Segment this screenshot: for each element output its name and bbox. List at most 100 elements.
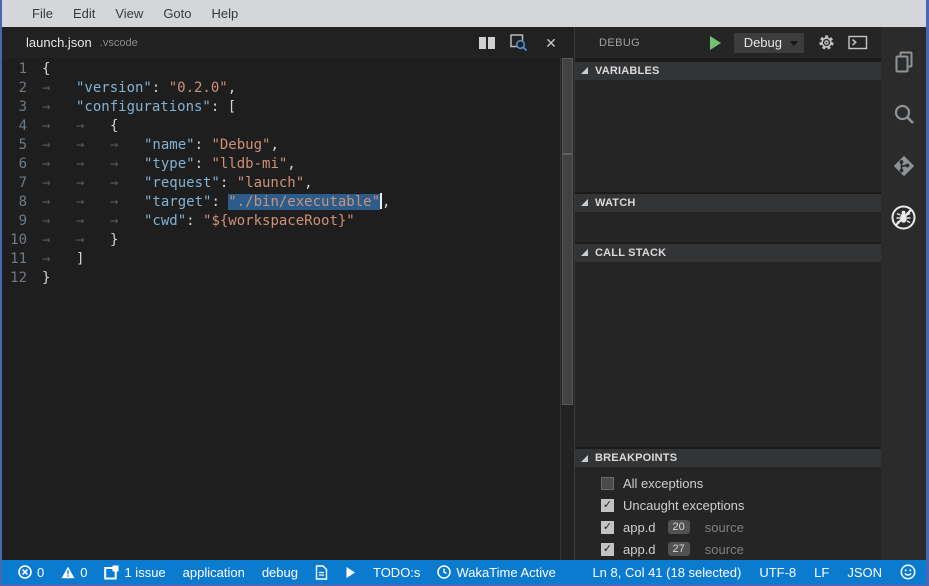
json-key: "request" xyxy=(144,175,220,191)
error-icon xyxy=(18,565,32,579)
breakpoint-item[interactable]: ✓app.d20source xyxy=(575,516,881,538)
json-string: "0.2.0" xyxy=(169,80,228,96)
tab-marker: → xyxy=(76,155,110,174)
editor-group: launch.json .vscode ✕ 1{2→"version": "0.… xyxy=(2,27,574,560)
statusbar-item-todo-s[interactable]: TODO:s xyxy=(373,565,420,580)
editor-title-bar: launch.json .vscode ✕ xyxy=(2,27,574,58)
menu-item-file[interactable]: File xyxy=(22,6,63,21)
status-bar: 0 0 1 issue application debug TODO:s WakaTime … xyxy=(2,560,926,584)
statusbar-item[interactable] xyxy=(900,564,916,580)
debug-console-icon[interactable] xyxy=(848,34,868,52)
code-line-content: →"version": "0.2.0", xyxy=(42,79,236,98)
tab-marker: → xyxy=(110,155,144,174)
statusbar-item-label: 0 xyxy=(37,565,44,580)
section-header-watch[interactable]: WATCH xyxy=(575,194,881,212)
activitybar-item-source-control[interactable] xyxy=(881,142,926,194)
breakpoint-item[interactable]: ✓ Uncaught exceptions xyxy=(575,494,881,516)
line-number[interactable]: 10 xyxy=(2,231,42,250)
statusbar-item-label: Ln 8, Col 41 (18 selected) xyxy=(592,565,741,580)
section-label: BREAKPOINTS xyxy=(595,452,677,464)
statusbar-item-label: JSON xyxy=(847,565,882,580)
menu-item-edit[interactable]: Edit xyxy=(63,6,105,21)
start-debugging-button[interactable] xyxy=(710,36,721,50)
line-number[interactable]: 2 xyxy=(2,79,42,98)
statusbar-item-1-issue[interactable]: 1 issue xyxy=(104,565,165,580)
line-number[interactable]: 3 xyxy=(2,98,42,117)
statusbar-item-utf-8[interactable]: UTF-8 xyxy=(759,565,796,580)
breakpoint-checkbox[interactable]: ✓ xyxy=(601,543,614,556)
line-number[interactable]: 4 xyxy=(2,117,42,136)
code-line: 9→→→"cwd": "${workspaceRoot}" xyxy=(2,212,574,231)
statusbar-item-label: debug xyxy=(262,565,298,580)
breakpoint-item[interactable]: ✓app.d27source xyxy=(575,538,881,560)
statusbar-item-debug[interactable]: debug xyxy=(262,565,298,580)
statusbar-item-wakatime-active[interactable]: WakaTime Active xyxy=(437,565,555,580)
breakpoint-note: source xyxy=(705,520,744,535)
statusbar-item-lf[interactable]: LF xyxy=(814,565,829,580)
punctuation: : xyxy=(220,175,237,191)
section-header-call-stack[interactable]: CALL STACK xyxy=(575,244,881,262)
json-key: "cwd" xyxy=(144,213,186,229)
debug-config-dropdown[interactable]: Debug xyxy=(734,33,804,53)
line-number[interactable]: 1 xyxy=(2,60,42,79)
breakpoint-checkbox[interactable]: ✓ xyxy=(601,499,614,512)
statusbar-item-label: UTF-8 xyxy=(759,565,796,580)
code-line: 2→"version": "0.2.0", xyxy=(2,79,574,98)
section-label: VARIABLES xyxy=(595,65,660,77)
chevron-down-icon xyxy=(790,41,798,46)
statusbar-item[interactable] xyxy=(345,566,356,579)
section-header-breakpoints[interactable]: BREAKPOINTS xyxy=(575,449,881,467)
json-key: "target" xyxy=(144,194,211,210)
statusbar-item-json[interactable]: JSON xyxy=(847,565,882,580)
menubar: FileEditViewGotoHelp xyxy=(2,0,926,27)
gear-icon[interactable] xyxy=(817,34,835,52)
section-header-variables[interactable]: VARIABLES xyxy=(575,62,881,80)
activitybar-item-explorer[interactable] xyxy=(881,38,926,90)
line-number[interactable]: 12 xyxy=(2,269,42,288)
collapse-twisty-icon xyxy=(581,455,588,462)
statusbar-item-0[interactable]: 0 xyxy=(18,565,44,580)
statusbar-item-application[interactable]: application xyxy=(183,565,245,580)
json-key: "name" xyxy=(144,137,195,153)
menu-item-help[interactable]: Help xyxy=(202,6,249,21)
tab-marker: → xyxy=(76,193,110,212)
punctuation: : xyxy=(186,213,203,229)
selected-text: "./bin/executable" xyxy=(228,194,380,210)
line-number[interactable]: 5 xyxy=(2,136,42,155)
breakpoint-label: app.d xyxy=(623,542,656,557)
statusbar-item-0[interactable]: 0 xyxy=(61,565,87,580)
debug-config-label: Debug xyxy=(744,35,782,50)
source-control-icon xyxy=(891,153,917,184)
code-editor[interactable]: 1{2→"version": "0.2.0",3→"configurations… xyxy=(2,58,574,560)
breakpoint-checkbox[interactable]: ✓ xyxy=(601,521,614,534)
statusbar-item-label: application xyxy=(183,565,245,580)
tab-marker: → xyxy=(76,136,110,155)
statusbar-right: Ln 8, Col 41 (18 selected) UTF-8 LF JSON xyxy=(592,564,916,580)
scrollbar-slider[interactable] xyxy=(562,58,573,405)
line-number[interactable]: 7 xyxy=(2,174,42,193)
menu-item-view[interactable]: View xyxy=(105,6,153,21)
menu-item-goto[interactable]: Goto xyxy=(153,6,201,21)
activitybar-item-debug[interactable] xyxy=(881,194,926,246)
line-number[interactable]: 11 xyxy=(2,250,42,269)
line-number[interactable]: 6 xyxy=(2,155,42,174)
line-number[interactable]: 9 xyxy=(2,212,42,231)
section-label: WATCH xyxy=(595,197,636,209)
tab-marker: → xyxy=(42,136,76,155)
open-preview-icon[interactable] xyxy=(510,34,528,52)
breakpoint-item[interactable]: All exceptions xyxy=(575,472,881,494)
json-string: "lldb-mi" xyxy=(211,156,287,172)
breakpoint-label: Uncaught exceptions xyxy=(623,498,744,513)
statusbar-item[interactable] xyxy=(315,565,328,580)
line-number[interactable]: 8 xyxy=(2,193,42,212)
breakpoint-checkbox[interactable] xyxy=(601,477,614,490)
split-editor-icon[interactable] xyxy=(478,34,496,52)
close-icon[interactable]: ✕ xyxy=(542,34,560,52)
code-line-content: →→→"name": "Debug", xyxy=(42,136,279,155)
code-line: 12} xyxy=(2,269,574,288)
code-line: 7→→→"request": "launch", xyxy=(2,174,574,193)
tab-marker: → xyxy=(42,193,76,212)
punctuation: : xyxy=(195,156,212,172)
statusbar-item-ln-8-col-41-18-selected[interactable]: Ln 8, Col 41 (18 selected) xyxy=(592,565,741,580)
activitybar-item-search[interactable] xyxy=(881,90,926,142)
